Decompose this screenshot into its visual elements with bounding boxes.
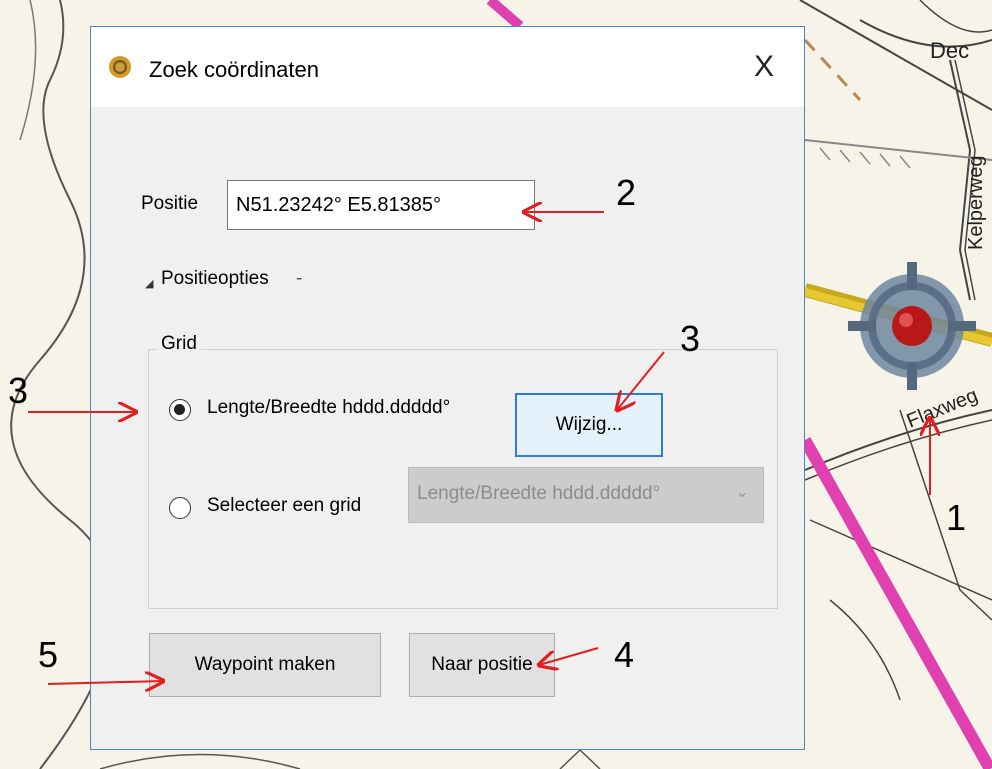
map-label-dec: Dec <box>930 38 969 63</box>
latlon-radio-label[interactable]: Lengte/Breedte hddd.ddddd° <box>207 397 450 419</box>
position-options-toggle[interactable]: Positieopties <box>161 268 269 290</box>
grid-select-dropdown[interactable]: Lengte/Breedte hddd.ddddd° ⌄ <box>408 467 764 523</box>
annotation-1: 1 <box>946 497 967 538</box>
title-bar[interactable]: Zoek coördinaten X <box>91 27 804 107</box>
options-dash: - <box>296 268 303 289</box>
position-label: Positie <box>141 193 199 214</box>
change-button[interactable]: Wijzig... <box>515 393 663 457</box>
select-grid-radio[interactable] <box>169 497 191 519</box>
dialog-title: Zoek coördinaten <box>149 57 319 82</box>
create-waypoint-button[interactable]: Waypoint maken <box>149 633 381 697</box>
latlon-radio[interactable] <box>169 399 191 421</box>
find-coordinates-dialog: Zoek coördinaten X Positie ◢ Positieopti… <box>90 26 805 750</box>
close-button[interactable]: X <box>724 27 804 107</box>
annotation-2: 2 <box>616 172 637 213</box>
app-logo-icon <box>109 56 131 78</box>
chevron-down-icon: ⌄ <box>735 484 749 501</box>
go-to-position-button[interactable]: Naar positie <box>409 633 555 697</box>
map-label-kelperweg: Kelperweg <box>965 155 987 250</box>
grid-select-value: Lengte/Breedte hddd.ddddd° <box>417 483 661 504</box>
position-input[interactable] <box>227 180 535 230</box>
annotation-3-left: 3 <box>8 370 29 411</box>
grid-legend: Grid <box>157 333 201 355</box>
annotation-4: 4 <box>614 634 635 675</box>
annotation-5: 5 <box>38 634 59 675</box>
select-grid-radio-label[interactable]: Selecteer een grid <box>207 495 361 517</box>
annotation-3-top: 3 <box>680 318 701 359</box>
collapse-triangle-icon[interactable]: ◢ <box>145 277 153 290</box>
